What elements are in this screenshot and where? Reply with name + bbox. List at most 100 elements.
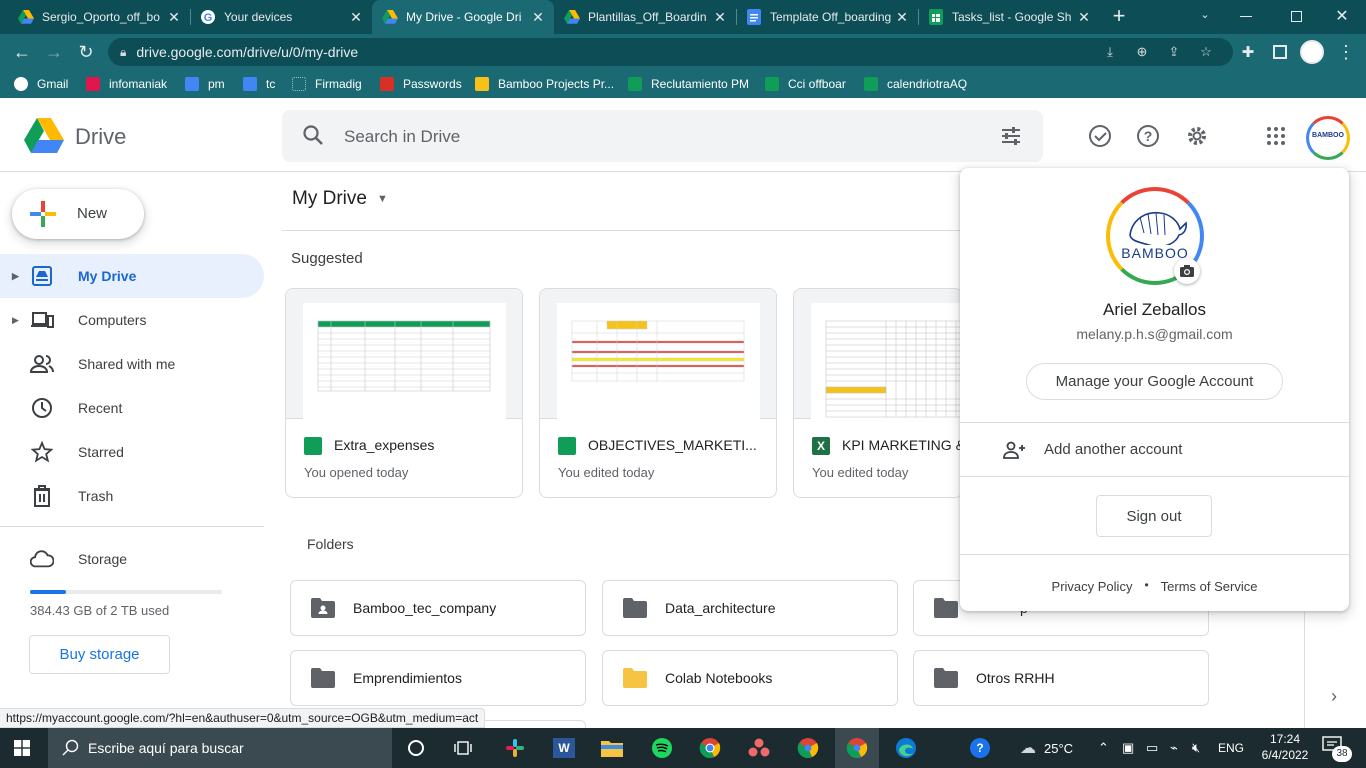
offline-ready-icon[interactable]	[1088, 124, 1112, 148]
chrome-icon[interactable]	[688, 728, 732, 768]
terms-of-service-link[interactable]: Terms of Service	[1161, 579, 1258, 594]
battery-icon[interactable]: ▭	[1146, 728, 1158, 768]
close-icon[interactable]: ✕	[1076, 9, 1092, 25]
privacy-policy-link[interactable]: Privacy Policy	[1052, 579, 1133, 594]
language-indicator[interactable]: ENG	[1218, 728, 1244, 768]
browser-tab[interactable]: G Your devices ✕	[190, 0, 372, 34]
bookmark-item[interactable]: Bamboo Projects Pr...	[475, 70, 614, 98]
close-icon[interactable]: ✕	[166, 9, 182, 25]
close-icon[interactable]: ✕	[530, 9, 546, 25]
forward-button[interactable]: →	[40, 34, 68, 70]
taskbar-search-box[interactable]: Escribe aquí para buscar	[48, 728, 392, 768]
new-tab-button[interactable]: +	[1108, 5, 1130, 28]
chrome-profile-icon[interactable]	[786, 728, 830, 768]
spotify-icon[interactable]	[640, 728, 684, 768]
search-icon[interactable]	[302, 124, 324, 146]
close-icon[interactable]: ✕	[894, 9, 910, 25]
install-icon[interactable]: ⤓	[1100, 42, 1120, 62]
bookmark-label: Passwords	[403, 77, 462, 91]
drive-logo-icon[interactable]	[24, 118, 64, 154]
expand-arrow-icon[interactable]: ▶	[12, 271, 19, 282]
change-photo-camera-icon[interactable]	[1174, 258, 1200, 284]
help-app-icon[interactable]: ?	[958, 728, 1002, 768]
browser-tab-active[interactable]: My Drive - Google Dri ✕	[372, 0, 554, 34]
sidebar-item-my-drive[interactable]: ▶ My Drive	[0, 254, 264, 298]
bookmark-item[interactable]: Reclutamiento PM	[628, 70, 749, 98]
sidebar-item-shared[interactable]: Shared with me	[0, 342, 264, 386]
slack-icon[interactable]	[493, 728, 537, 768]
suggested-card[interactable]: X KPI MARKETING & You edited today	[793, 288, 963, 498]
suggested-card[interactable]: OBJECTIVES_MARKETI... You edited today	[539, 288, 777, 498]
buy-storage-button[interactable]: Buy storage	[29, 635, 170, 674]
bookmark-item[interactable]: Gmail	[14, 70, 68, 98]
sign-out-button[interactable]: Sign out	[1096, 495, 1212, 537]
suggested-card[interactable]: Extra_expenses You opened today	[285, 288, 523, 498]
apps-grid-icon[interactable]	[1264, 124, 1288, 148]
window-close-button[interactable]: ✕	[1332, 6, 1352, 26]
folder-item[interactable]: Colab Notebooks	[602, 650, 898, 706]
browser-tab[interactable]: Tasks_list - Google Sh ✕	[918, 0, 1100, 34]
new-button[interactable]: New	[12, 189, 144, 239]
restore-button[interactable]	[1291, 11, 1302, 22]
cortana-icon[interactable]	[394, 728, 438, 768]
expand-arrow-icon[interactable]: ▶	[12, 315, 19, 326]
bookmark-star-icon[interactable]: ☆	[1196, 42, 1216, 62]
bookmark-item[interactable]: calendriotraAQ	[864, 70, 967, 98]
bookmark-item[interactable]: Passwords	[380, 70, 462, 98]
add-account-button[interactable]: Add another account	[960, 423, 1349, 476]
bookmark-item[interactable]: infomaniak	[86, 70, 167, 98]
minimize-button[interactable]	[1240, 16, 1252, 17]
back-button[interactable]: ←	[8, 34, 36, 70]
close-icon[interactable]: ✕	[348, 9, 364, 25]
tab-search-icon[interactable]: ⌄	[1196, 8, 1214, 26]
bookmark-item[interactable]: pm	[185, 70, 225, 98]
notification-center-icon[interactable]: 38	[1322, 736, 1352, 762]
address-bar[interactable]: 🔒︎ drive.google.com/drive/u/0/my-drive ⤓…	[108, 38, 1233, 66]
my-drive-title[interactable]: My Drive ▼	[292, 188, 388, 210]
close-icon[interactable]: ✕	[712, 9, 728, 25]
sidebar-item-computers[interactable]: ▶ Computers	[0, 298, 264, 342]
browser-tab[interactable]: Template Off_boarding ✕	[736, 0, 918, 34]
bookmark-item[interactable]: Firmadig	[292, 70, 362, 98]
bookmark-label: calendriotraAQ	[887, 77, 968, 91]
profile-avatar[interactable]	[1300, 40, 1324, 64]
chrome-active-icon[interactable]	[835, 728, 879, 768]
asana-icon[interactable]	[737, 728, 781, 768]
folder-item[interactable]: Data_architecture	[602, 580, 898, 636]
browser-menu-icon[interactable]: ⋮	[1332, 34, 1360, 70]
browser-tab[interactable]: Sergio_Oporto_off_bo ✕	[8, 0, 190, 34]
bookmark-item[interactable]: tc	[243, 70, 275, 98]
help-icon[interactable]: ?	[1136, 124, 1160, 148]
folder-item[interactable]: Bamboo_tec_company	[290, 580, 586, 636]
clock[interactable]: 17:24 6/4/2022	[1256, 732, 1314, 762]
edge-icon[interactable]	[884, 728, 928, 768]
volume-muted-icon[interactable]: 🔇︎	[1192, 728, 1200, 768]
sidebar-item-storage[interactable]: Storage	[0, 537, 264, 581]
extensions-icon[interactable]: ✚	[1234, 34, 1262, 70]
manage-account-button[interactable]: Manage your Google Account	[1026, 363, 1283, 400]
weather-widget[interactable]: ☁ 25°C	[1020, 728, 1073, 768]
file-explorer-icon[interactable]	[590, 728, 634, 768]
share-icon[interactable]: ⇪	[1164, 42, 1184, 62]
side-panel-icon[interactable]	[1273, 45, 1287, 59]
chevron-right-icon[interactable]: ›	[1326, 686, 1342, 706]
tray-expand-icon[interactable]: ⌃	[1098, 728, 1109, 768]
task-view-icon[interactable]	[441, 728, 485, 768]
windows-start-icon[interactable]	[0, 728, 44, 768]
settings-gear-icon[interactable]	[1185, 124, 1209, 148]
folder-item[interactable]: Otros RRHH	[913, 650, 1209, 706]
tray-device-icon[interactable]: ▣	[1122, 728, 1134, 768]
word-icon[interactable]: W	[542, 728, 586, 768]
bookmark-item[interactable]: Cci offboar	[765, 70, 846, 98]
folder-item[interactable]: Emprendimientos	[290, 650, 586, 706]
zoom-icon[interactable]: ⊕	[1132, 42, 1152, 62]
sidebar-item-recent[interactable]: Recent	[0, 386, 264, 430]
account-avatar[interactable]: BAMBOO	[1306, 116, 1350, 160]
browser-tab[interactable]: Plantillas_Off_Boardin ✕	[554, 0, 736, 34]
network-icon[interactable]: ⌁	[1170, 728, 1178, 768]
search-box[interactable]: Search in Drive	[282, 110, 1043, 162]
reload-button[interactable]: ↻	[72, 34, 100, 70]
search-options-icon[interactable]	[1000, 126, 1022, 146]
sidebar-item-trash[interactable]: Trash	[0, 474, 264, 518]
sidebar-item-starred[interactable]: Starred	[0, 430, 264, 474]
